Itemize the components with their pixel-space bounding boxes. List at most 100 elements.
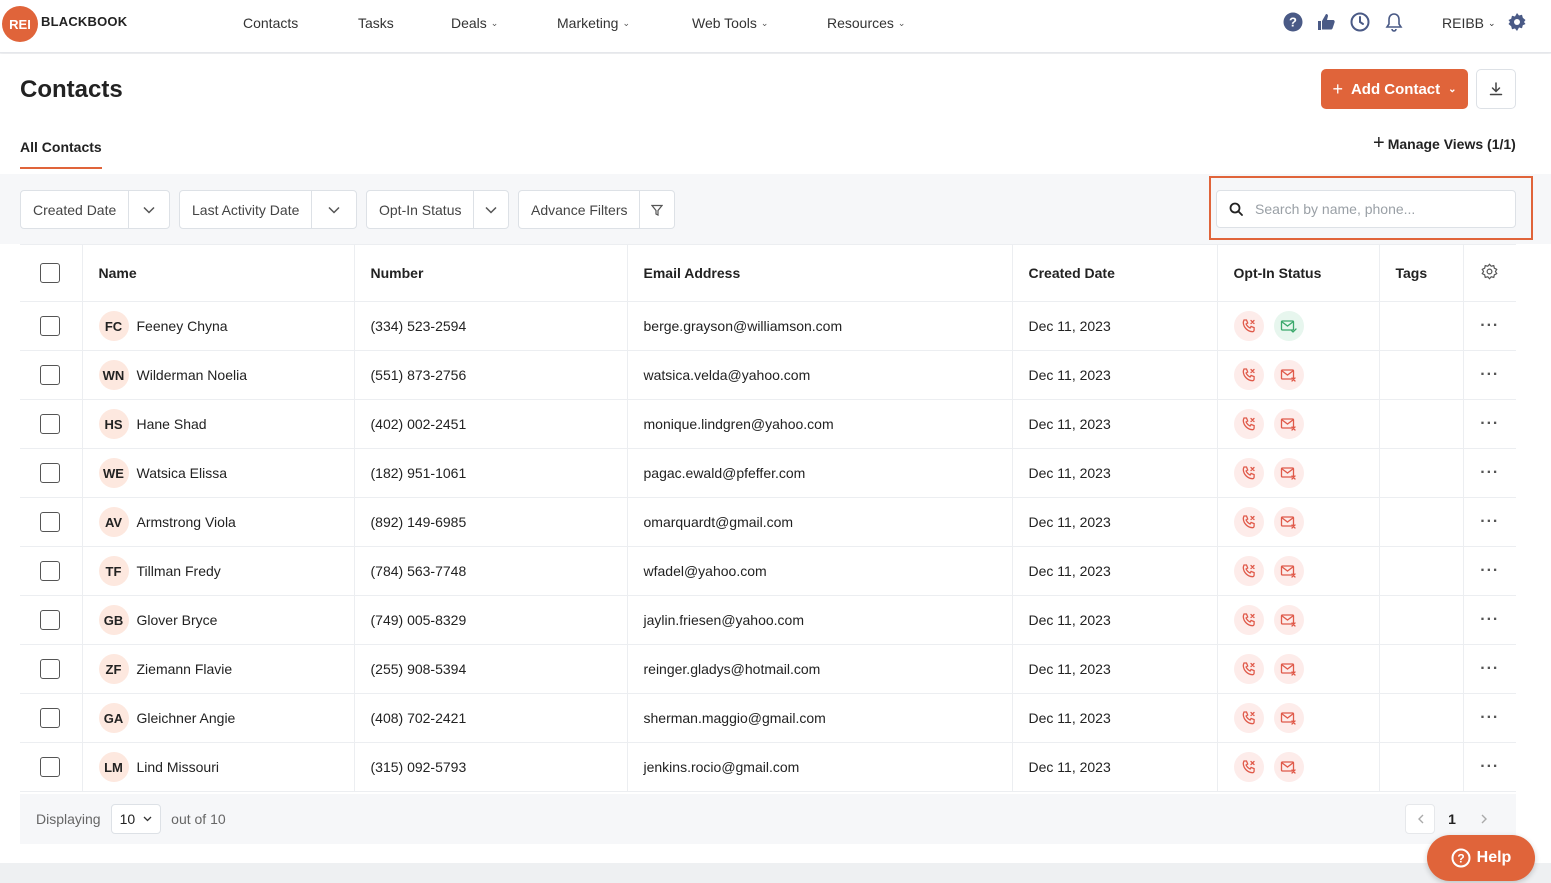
nav-resources[interactable]: Resources ⌄	[827, 15, 905, 31]
table-row[interactable]: TF Tillman Fredy (784) 563-7748 wfadel@y…	[20, 546, 1516, 596]
email-opt-out-icon[interactable]	[1273, 654, 1304, 684]
email-opt-out-icon[interactable]	[1273, 703, 1304, 733]
more-options-icon[interactable]: ···	[1463, 497, 1516, 547]
download-button[interactable]	[1476, 69, 1516, 109]
manage-views-label: Manage Views (1/1)	[1387, 135, 1516, 152]
bell-icon[interactable]	[1383, 11, 1405, 33]
table-row[interactable]: WE Watsica Elissa (182) 951-1061 pagac.e…	[20, 448, 1516, 498]
email-opt-in-icon[interactable]	[1273, 311, 1304, 341]
contact-name[interactable]: Glover Bryce	[137, 612, 218, 628]
gear-icon[interactable]	[1481, 263, 1498, 280]
more-options-icon[interactable]: ···	[1463, 448, 1516, 498]
search-input[interactable]	[1255, 201, 1505, 217]
email-opt-out-icon[interactable]	[1273, 507, 1304, 537]
row-checkbox[interactable]	[40, 463, 60, 483]
tags-cell	[1379, 301, 1464, 351]
manage-views-button[interactable]: + Manage Views (1/1)	[1373, 132, 1516, 155]
per-page-select[interactable]: 10	[110, 804, 162, 834]
phone-opt-out-icon[interactable]	[1233, 703, 1264, 733]
select-all-checkbox[interactable]	[40, 263, 60, 283]
contact-name[interactable]: Hane Shad	[137, 416, 207, 432]
gear-icon[interactable]	[1506, 11, 1528, 33]
contact-name[interactable]: Armstrong Viola	[137, 514, 236, 530]
email-opt-out-icon[interactable]	[1273, 752, 1304, 782]
column-header-created-date[interactable]: Created Date	[1012, 244, 1218, 302]
email-opt-out-icon[interactable]	[1273, 360, 1304, 390]
nav-contacts[interactable]: Contacts	[243, 15, 298, 31]
contact-name[interactable]: Lind Missouri	[137, 759, 219, 775]
more-options-icon[interactable]: ···	[1463, 693, 1516, 743]
column-header-number[interactable]: Number	[354, 244, 628, 302]
row-checkbox[interactable]	[40, 757, 60, 777]
phone-opt-out-icon[interactable]	[1233, 507, 1264, 537]
phone-opt-out-icon[interactable]	[1233, 360, 1264, 390]
row-checkbox[interactable]	[40, 659, 60, 679]
row-checkbox[interactable]	[40, 708, 60, 728]
email-opt-out-icon[interactable]	[1273, 605, 1304, 635]
column-header-tags[interactable]: Tags	[1379, 244, 1464, 302]
more-options-icon[interactable]: ···	[1463, 546, 1516, 596]
phone-opt-out-icon[interactable]	[1233, 311, 1264, 341]
table-row[interactable]: FC Feeney Chyna (334) 523-2594 berge.gra…	[20, 301, 1516, 351]
page-number-button[interactable]: 1	[1437, 804, 1467, 834]
table-row[interactable]: AV Armstrong Viola (892) 149-6985 omarqu…	[20, 497, 1516, 547]
row-checkbox[interactable]	[40, 561, 60, 581]
row-checkbox[interactable]	[40, 414, 60, 434]
contact-name[interactable]: Wilderman Noelia	[137, 367, 247, 383]
email-opt-out-icon[interactable]	[1273, 409, 1304, 439]
opt-in-status-filter[interactable]: Opt-In Status	[366, 190, 509, 229]
phone-opt-out-icon[interactable]	[1233, 409, 1264, 439]
table-row[interactable]: WN Wilderman Noelia (551) 873-2756 watsi…	[20, 350, 1516, 400]
phone-opt-out-icon[interactable]	[1233, 458, 1264, 488]
table-row[interactable]: ZF Ziemann Flavie (255) 908-5394 reinger…	[20, 644, 1516, 694]
prev-page-button[interactable]	[1405, 804, 1435, 834]
brand-logo[interactable]: REI BLACKBOOK	[2, 6, 127, 42]
more-options-icon[interactable]: ···	[1463, 301, 1516, 351]
more-options-icon[interactable]: ···	[1463, 742, 1516, 792]
created-date-cell: Dec 11, 2023	[1012, 301, 1218, 351]
phone-opt-out-icon[interactable]	[1233, 654, 1264, 684]
more-options-icon[interactable]: ···	[1463, 399, 1516, 449]
created-date-filter[interactable]: Created Date	[20, 190, 170, 229]
column-header-opt-in-status[interactable]: Opt-In Status	[1217, 244, 1380, 302]
next-page-button[interactable]	[1469, 804, 1499, 834]
nav-marketing[interactable]: Marketing ⌄	[557, 15, 630, 31]
more-options-icon[interactable]: ···	[1463, 595, 1516, 645]
phone-opt-out-icon[interactable]	[1233, 752, 1264, 782]
phone-opt-out-icon[interactable]	[1233, 605, 1264, 635]
table-row[interactable]: GB Glover Bryce (749) 005-8329 jaylin.fr…	[20, 595, 1516, 645]
table-row[interactable]: GA Gleichner Angie (408) 702-2421 sherma…	[20, 693, 1516, 743]
nav-tasks[interactable]: Tasks	[358, 15, 394, 31]
row-checkbox[interactable]	[40, 610, 60, 630]
row-checkbox[interactable]	[40, 512, 60, 532]
column-header-name[interactable]: Name	[82, 244, 355, 302]
contact-name[interactable]: Feeney Chyna	[137, 318, 228, 334]
help-circle-icon[interactable]: ?	[1282, 11, 1304, 33]
email-opt-out-icon[interactable]	[1273, 458, 1304, 488]
row-checkbox[interactable]	[40, 365, 60, 385]
contact-name[interactable]: Ziemann Flavie	[137, 661, 233, 677]
clock-icon[interactable]	[1349, 11, 1371, 33]
user-menu[interactable]: REIBB ⌄	[1442, 15, 1496, 31]
last-activity-date-filter[interactable]: Last Activity Date	[179, 190, 357, 229]
search-field[interactable]	[1216, 190, 1516, 228]
help-button[interactable]: ? Help	[1427, 835, 1535, 881]
column-header-email[interactable]: Email Address	[627, 244, 1013, 302]
email-opt-out-icon[interactable]	[1273, 556, 1304, 586]
row-checkbox[interactable]	[40, 316, 60, 336]
add-contact-button[interactable]: + Add Contact ⌄	[1321, 69, 1468, 109]
created-date-cell: Dec 11, 2023	[1012, 448, 1218, 498]
advance-filters-button[interactable]: Advance Filters	[518, 190, 675, 229]
contact-name[interactable]: Tillman Fredy	[137, 563, 221, 579]
tab-all-contacts[interactable]: All Contacts	[20, 139, 102, 169]
contact-name[interactable]: Gleichner Angie	[137, 710, 236, 726]
table-row[interactable]: HS Hane Shad (402) 002-2451 monique.lind…	[20, 399, 1516, 449]
contact-name[interactable]: Watsica Elissa	[137, 465, 228, 481]
table-row[interactable]: LM Lind Missouri (315) 092-5793 jenkins.…	[20, 742, 1516, 792]
nav-web-tools[interactable]: Web Tools ⌄	[692, 15, 768, 31]
more-options-icon[interactable]: ···	[1463, 350, 1516, 400]
phone-opt-out-icon[interactable]	[1233, 556, 1264, 586]
thumbs-up-icon[interactable]	[1315, 11, 1337, 33]
nav-deals[interactable]: Deals ⌄	[451, 15, 498, 31]
more-options-icon[interactable]: ···	[1463, 644, 1516, 694]
